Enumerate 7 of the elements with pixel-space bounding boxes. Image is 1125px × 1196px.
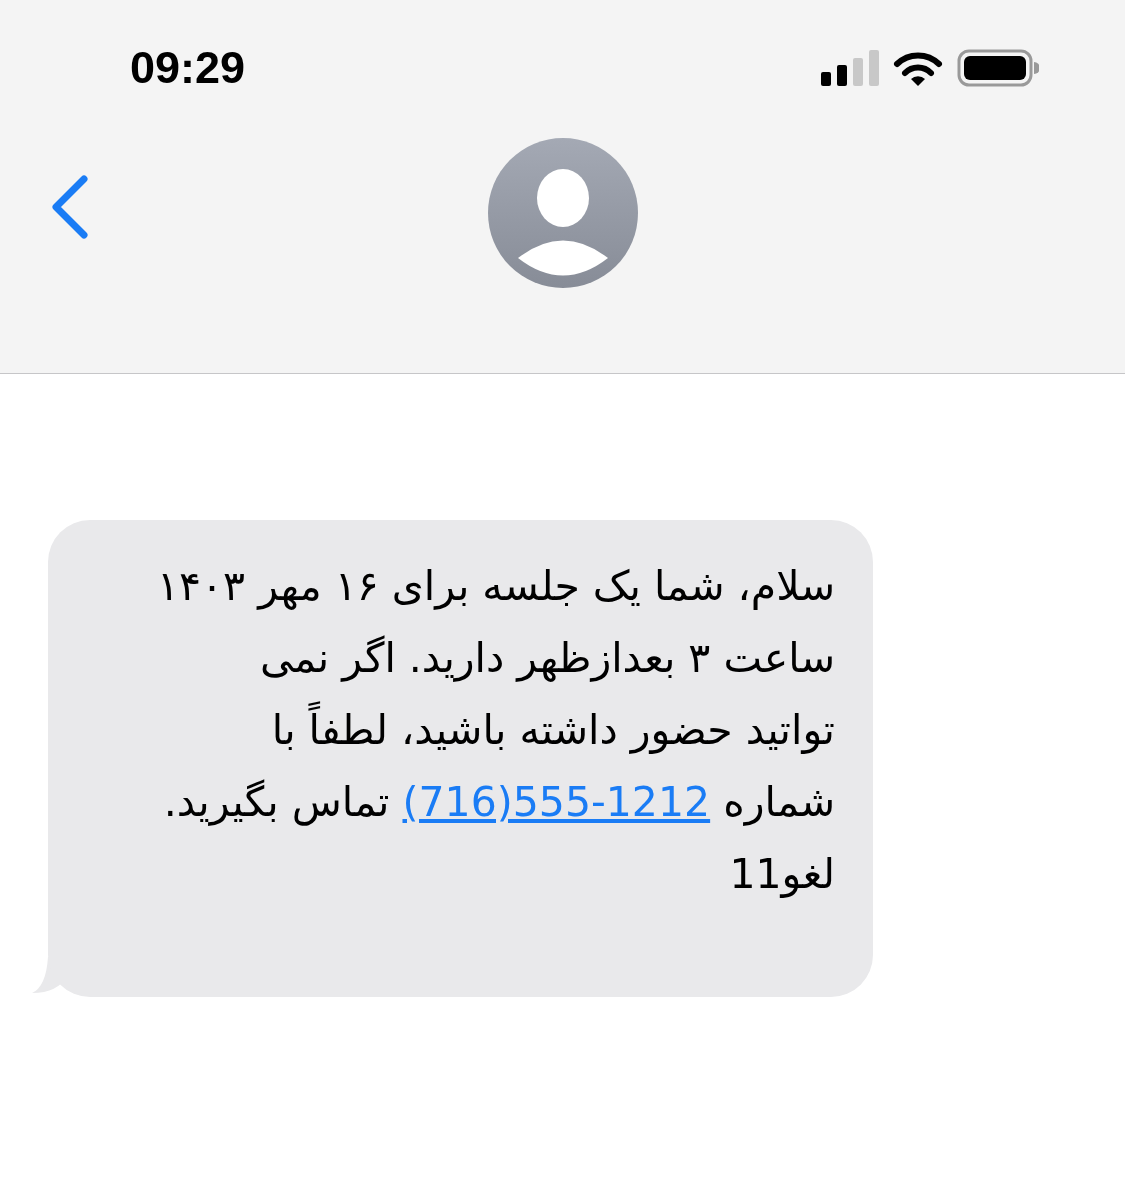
avatar-icon[interactable] — [487, 138, 638, 288]
battery-icon — [957, 48, 1039, 87]
back-icon[interactable] — [50, 175, 90, 239]
signal-icon — [821, 49, 879, 86]
phone-link[interactable]: (716)555-1212 — [402, 778, 711, 826]
status-time: 09:29 — [130, 41, 246, 94]
wifi-icon — [893, 49, 943, 86]
